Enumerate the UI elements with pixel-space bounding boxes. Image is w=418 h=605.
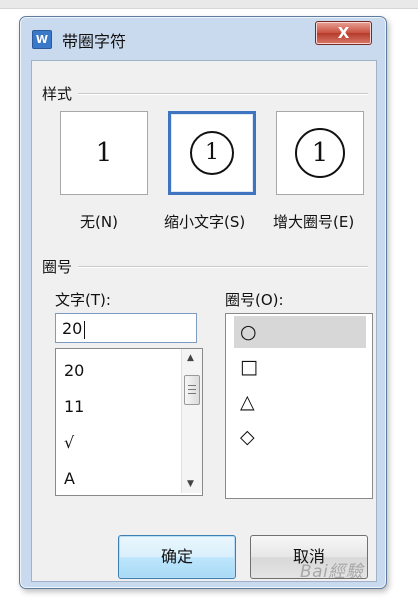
enclosure-section-divider — [78, 266, 368, 268]
scroll-up-arrow-icon[interactable]: ▲ — [187, 353, 194, 363]
list-item[interactable]: 20 — [64, 361, 84, 380]
style-preview-shrink: 1 — [205, 140, 219, 165]
style-caption-none[interactable]: 无(N) — [80, 211, 118, 232]
style-preview-enlarge: 1 — [311, 138, 329, 168]
enclosure-section-label: 圈号 — [42, 258, 73, 276]
enclosure-item-triangle[interactable]: △ — [234, 386, 366, 418]
watermark: Bai經驗 — [300, 562, 364, 582]
dialog-client: 样式 1 1 1 无(N) 缩小文字(S) 增大圈号(E) 圈号 文字(T): … — [31, 60, 377, 582]
style-caption-shrink[interactable]: 缩小文字(S) — [164, 211, 245, 232]
enclosure-item-circle[interactable]: ○ — [234, 316, 366, 348]
dialog-window: W 带圈字符 X 样式 1 1 1 无(N) 缩小文字(S) 增大圈号(E) 圈… — [19, 16, 387, 589]
style-option-none[interactable]: 1 — [60, 111, 148, 195]
list-item[interactable]: 11 — [64, 397, 84, 416]
circle-preview-shrink: 1 — [190, 131, 234, 175]
enclosure-item-square[interactable]: □ — [234, 351, 366, 383]
wps-writer-icon: W — [32, 30, 52, 49]
close-button[interactable]: X — [315, 21, 372, 45]
list-scrollbar[interactable]: ▲ ▼ — [181, 349, 202, 493]
scroll-down-arrow-icon[interactable]: ▼ — [187, 479, 194, 489]
list-item[interactable]: A — [64, 469, 75, 488]
title-bar[interactable]: W 带圈字符 X — [20, 17, 386, 57]
text-cursor — [84, 320, 86, 339]
style-section-label: 样式 — [42, 85, 73, 103]
text-input-value: 20 — [62, 319, 83, 338]
scroll-thumb[interactable] — [184, 375, 200, 405]
style-preview-none: 1 — [95, 138, 113, 168]
style-option-shrink-text[interactable]: 1 — [168, 111, 256, 195]
text-input[interactable]: 20 — [55, 313, 197, 343]
text-list[interactable]: 20 11 √ A ▲ ▼ — [55, 348, 203, 496]
style-section-divider — [78, 93, 368, 95]
enclosure-field-label: 圈号(O): — [225, 291, 284, 309]
enclosure-item-diamond[interactable]: ◇ — [234, 421, 366, 453]
top-strip — [0, 0, 418, 9]
text-field-label: 文字(T): — [55, 291, 111, 309]
style-caption-enlarge[interactable]: 增大圈号(E) — [273, 211, 354, 232]
ok-button[interactable]: 确定 — [118, 535, 236, 579]
enclosure-list[interactable]: ○ □ △ ◇ — [225, 313, 373, 499]
circle-preview-enlarge: 1 — [295, 128, 345, 178]
style-option-enlarge-circle[interactable]: 1 — [276, 111, 364, 195]
list-item[interactable]: √ — [64, 433, 74, 452]
dialog-title: 带圈字符 — [62, 32, 127, 51]
